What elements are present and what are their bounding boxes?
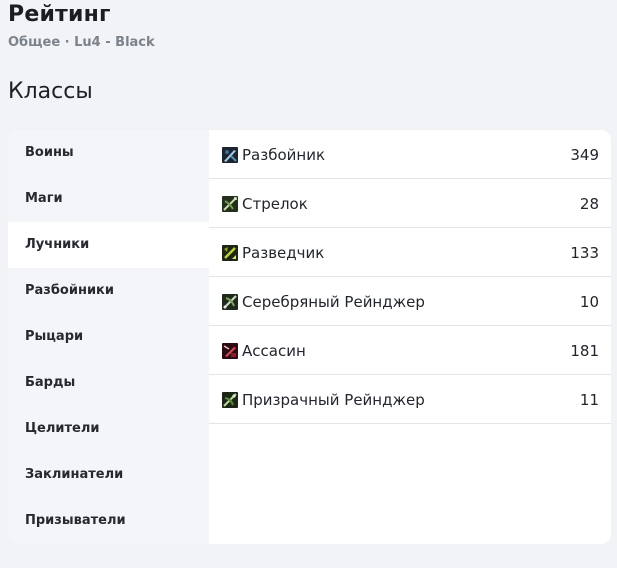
page-title: Рейтинг xyxy=(8,2,111,27)
sidebar-item-knights[interactable]: Рыцари xyxy=(8,314,209,360)
class-row[interactable]: Разведчик 133 xyxy=(209,228,611,277)
sidebar-item-archers[interactable]: Лучники xyxy=(8,222,209,268)
class-count: 11 xyxy=(579,391,599,409)
class-row[interactable]: Разбойник 349 xyxy=(209,130,611,179)
class-count: 349 xyxy=(570,146,599,164)
class-row[interactable]: Стрелок 28 xyxy=(209,179,611,228)
silver-ranger-class-icon xyxy=(222,294,238,310)
class-row[interactable]: Серебряный Рейнджер 10 xyxy=(209,277,611,326)
hawkeye-class-icon xyxy=(222,196,238,212)
class-name: Ассасин xyxy=(242,342,306,360)
phantom-ranger-class-icon xyxy=(222,392,238,408)
class-list: Разбойник 349 Стрелок 28 Разведчик 133 С… xyxy=(209,130,611,544)
sidebar-item-rogues[interactable]: Разбойники xyxy=(8,268,209,314)
sidebar-item-summoners[interactable]: Призыватели xyxy=(8,498,209,544)
assassin-class-icon xyxy=(222,343,238,359)
sidebar-item-mages[interactable]: Маги xyxy=(8,176,209,222)
class-name: Разбойник xyxy=(242,146,326,164)
class-count: 181 xyxy=(570,342,599,360)
class-group-sidebar: Воины Маги Лучники Разбойники Рыцари Бар… xyxy=(8,130,209,544)
tracker-class-icon xyxy=(222,245,238,261)
rogue-class-icon xyxy=(222,147,238,163)
class-row[interactable]: Призрачный Рейнджер 11 xyxy=(209,375,611,424)
class-count: 133 xyxy=(570,244,599,262)
class-row[interactable]: Ассасин 181 xyxy=(209,326,611,375)
class-count: 10 xyxy=(579,293,599,311)
sidebar-item-warriors[interactable]: Воины xyxy=(8,130,209,176)
section-title: Классы xyxy=(8,79,93,104)
sidebar-item-enchanters[interactable]: Заклинатели xyxy=(8,452,209,498)
classes-card: Воины Маги Лучники Разбойники Рыцари Бар… xyxy=(8,130,611,544)
breadcrumb: Общее · Lu4 - Black xyxy=(8,35,155,50)
sidebar-item-bards[interactable]: Барды xyxy=(8,360,209,406)
class-name: Стрелок xyxy=(242,195,308,213)
class-name: Серебряный Рейнджер xyxy=(242,293,425,311)
class-name: Призрачный Рейнджер xyxy=(242,391,425,409)
class-name: Разведчик xyxy=(242,244,325,262)
class-count: 28 xyxy=(579,195,599,213)
sidebar-item-healers[interactable]: Целители xyxy=(8,406,209,452)
